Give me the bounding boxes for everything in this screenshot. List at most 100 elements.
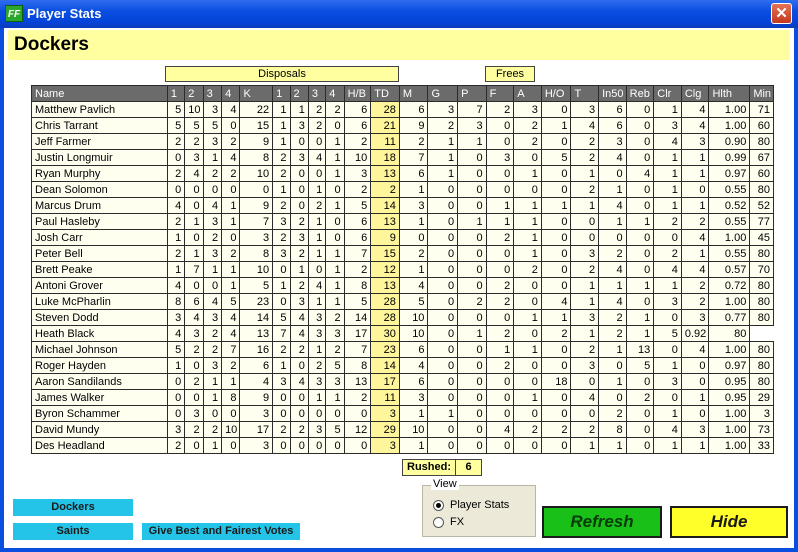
stat-cell: 1 [625, 277, 655, 294]
stat-cell: 80 [749, 341, 774, 358]
stat-cell: 1 [166, 261, 186, 278]
stat-cell: 2 [202, 165, 223, 182]
table-row[interactable]: Ryan Murphy 2 4 2 2 10 2 0 0 1 3 13 6 1 0 0 1 0 1 0 4 1 1 0.97 6… [31, 165, 774, 182]
stat-cell: 1.00 [708, 421, 751, 438]
stat-cell: 5 [398, 293, 429, 310]
stat-cell: 10 [398, 309, 429, 326]
stat-cell: 4 [680, 341, 710, 358]
stat-cell: 0 [427, 309, 459, 326]
view-option-player-stats[interactable]: Player Stats [433, 499, 509, 511]
stat-cell: 8 [343, 277, 372, 294]
table-row[interactable]: Heath Black 4 3 2 4 13 7 4 3 3 17 30 10 0 1 2 0 2 1 2 1 5 0.92… [31, 325, 774, 342]
stat-cell: 2 [598, 309, 627, 326]
table-row[interactable]: David Mundy 3 2 2 10 17 2 2 3 5 12 29 10 0 0 4 2 2 2 8 0 4 3 1.… [31, 421, 774, 438]
stat-cell: 2 [184, 421, 204, 438]
stat-cell: 0 [166, 373, 186, 390]
stat-cell: 0.97 [708, 165, 751, 182]
radio-unselected-icon[interactable] [433, 516, 444, 528]
hide-button[interactable]: Hide [670, 506, 788, 538]
close-button[interactable]: ✕ [771, 3, 792, 24]
stat-cell: 0.55 [708, 213, 751, 230]
player-name-cell: Steven Dodd [31, 309, 168, 326]
stat-cell: 0 [457, 389, 487, 406]
stat-cell: 2 [289, 277, 309, 294]
stat-cell: 5 [202, 117, 223, 134]
stat-cell: 1 [221, 213, 241, 230]
table-row[interactable]: Brett Peake 1 7 1 1 10 0 1 0 1 2 12 1 0 0 0 2 0 2 4 0 4 4 0.57 7… [31, 261, 774, 278]
table-row[interactable]: Dean Solomon 0 0 0 0 0 1 0 1 0 2 2 1 0 0 0 0 0 2 1 0 1 0 0.55 80 [31, 181, 774, 198]
stat-cell: 1 [325, 261, 345, 278]
stat-cell: 0 [272, 389, 291, 406]
player-stats-window: FF Player Stats ✕ Dockers Disposals Free… [0, 0, 798, 552]
stat-cell: 0.90 [708, 133, 751, 150]
table-row[interactable]: Jeff Farmer 2 2 3 2 9 1 0 0 1 2 11 2 1 1 0 2 0 2 3 0 4 3 0.90 80 [31, 133, 774, 150]
table-row[interactable]: Justin Longmuir 0 3 1 4 8 2 3 4 1 10 18 7 1 0 3 0 5 2 4 0 1 1 0… [31, 149, 774, 166]
stat-cell: 3 [202, 309, 223, 326]
stat-cell: 1 [427, 405, 459, 422]
table-row[interactable]: Aaron Sandilands 0 2 1 1 4 3 4 3 3 13 17 6 0 0 0 0 18 0 1 0 3… [31, 373, 774, 390]
table-row[interactable]: Antoni Grover 4 0 0 1 5 1 2 4 1 8 13 4 0 0 2 0 0 1 1 1 1 2 0.72… [31, 277, 774, 294]
stat-cell: 2 [289, 213, 309, 230]
table-row[interactable]: Roger Hayden 1 0 3 2 6 1 0 2 5 8 14 4 0 0 2 0 0 3 0 5 1 0 0.97 8… [31, 357, 774, 374]
saints-team-button[interactable]: Saints [13, 523, 133, 540]
table-row[interactable]: Paul Hasleby 2 1 3 1 7 3 2 1 0 6 13 1 0 1 1 1 0 0 1 1 2 2 0.55 7… [31, 213, 774, 230]
stat-cell: 3 [653, 293, 682, 310]
stat-cell: 0 [307, 261, 327, 278]
dockers-team-button[interactable]: Dockers [13, 499, 133, 516]
stat-cell: 1 [325, 197, 345, 214]
stat-cell: 2 [166, 245, 186, 262]
stat-cell: 3 [307, 421, 327, 438]
stat-cell: 2 [307, 357, 327, 374]
stat-cell: 6 [598, 101, 627, 118]
refresh-button[interactable]: Refresh [542, 506, 662, 538]
stat-cell: 0 [625, 261, 655, 278]
stat-cell: 4 [653, 133, 682, 150]
stat-cell: 13 [625, 341, 655, 358]
table-row[interactable]: Josh Carr 1 0 2 0 3 2 3 1 0 6 9 0 0 0 2 1 0 0 0 0 0 4 1.00 45 [31, 229, 774, 246]
stat-cell: 4 [289, 309, 309, 326]
stat-cell: 1 [680, 197, 710, 214]
table-row[interactable]: James Walker 0 0 1 8 9 0 0 1 1 2 11 3 0 0 0 1 0 4 0 2 0 1 0.95 2… [31, 389, 774, 406]
table-row[interactable]: Marcus Drum 4 0 4 1 9 2 0 2 1 5 14 3 0 0 1 1 1 1 4 0 1 1 0.52 52 [31, 197, 774, 214]
stat-cell: 4 [680, 101, 710, 118]
best-and-fairest-votes-button[interactable]: Give Best and Fairest Votes [142, 523, 300, 540]
table-row[interactable]: Peter Bell 2 1 3 2 8 3 2 1 1 7 15 2 0 0 0 1 0 3 2 0 2 1 0.55 80 [31, 245, 774, 262]
table-row[interactable]: Michael Johnson 5 2 2 7 16 2 2 1 2 7 23 6 0 0 1 1 0 2 1 13 0 4… [31, 341, 774, 358]
table-row[interactable]: Chris Tarrant 5 5 5 0 15 1 3 2 0 6 21 9 2 3 0 2 1 4 6 0 3 4 1.0… [31, 117, 774, 134]
table-row[interactable]: Luke McPharlin 8 6 4 5 23 0 3 1 1 5 28 5 0 2 2 0 4 1 4 0 3 2 1.… [31, 293, 774, 310]
stat-cell: 0 [540, 245, 572, 262]
stat-cell: 2 [680, 213, 710, 230]
stat-cell: 1 [307, 213, 327, 230]
stat-cell: 0 [540, 261, 572, 278]
stat-cell: 1 [272, 181, 291, 198]
player-name-cell: Chris Tarrant [31, 117, 168, 134]
stat-cell: 0 [485, 437, 515, 454]
stat-cell: 2 [289, 245, 309, 262]
stat-cell: 28 [370, 293, 400, 310]
stat-cell: 0 [540, 341, 572, 358]
stat-cell: 0 [427, 421, 459, 438]
stat-cell: 1 [653, 101, 682, 118]
view-option-fx[interactable]: FX [433, 516, 464, 528]
table-row[interactable]: Des Headland 2 0 1 0 3 0 0 0 0 0 3 1 0 0 0 0 0 1 1 0 1 1 1.00 33 [31, 437, 774, 454]
stat-cell: 0.57 [708, 261, 751, 278]
table-row[interactable]: Byron Schammer 0 3 0 0 3 0 0 0 0 0 3 1 1 0 0 0 0 0 2 0 1 0 1.00… [31, 405, 774, 422]
stat-cell: 1 [325, 165, 345, 182]
stat-cell: 2 [485, 357, 515, 374]
stat-cell: 2 [570, 421, 600, 438]
stat-cell: 0 [427, 277, 459, 294]
table-row[interactable]: Steven Dodd 3 4 3 4 14 5 4 3 2 14 28 10 0 0 0 1 1 3 2 1 0 3 0.7… [31, 309, 774, 326]
stat-cell: 0 [457, 437, 487, 454]
window-border-right [794, 28, 798, 552]
stat-cell: 6 [398, 165, 429, 182]
stat-cell: 2 [680, 277, 710, 294]
stat-cell: 2 [166, 213, 186, 230]
stat-cell: 1 [485, 197, 515, 214]
player-stats-table: Name 1 2 3 4 K 1 2 3 4 H/B TD M G P F A H/O T In50 Reb Clr Clg… [31, 85, 774, 454]
stat-cell: 1 [398, 405, 429, 422]
title-bar[interactable]: FF Player Stats ✕ [0, 0, 798, 28]
table-row[interactable]: Matthew Pavlich 5 10 3 4 22 1 1 2 2 6 28 6 3 7 2 3 0 3 6 0 1 4… [31, 101, 774, 118]
stat-cell: 3 [239, 405, 274, 422]
radio-selected-icon[interactable] [433, 499, 444, 511]
stat-cell: 0 [485, 165, 515, 182]
